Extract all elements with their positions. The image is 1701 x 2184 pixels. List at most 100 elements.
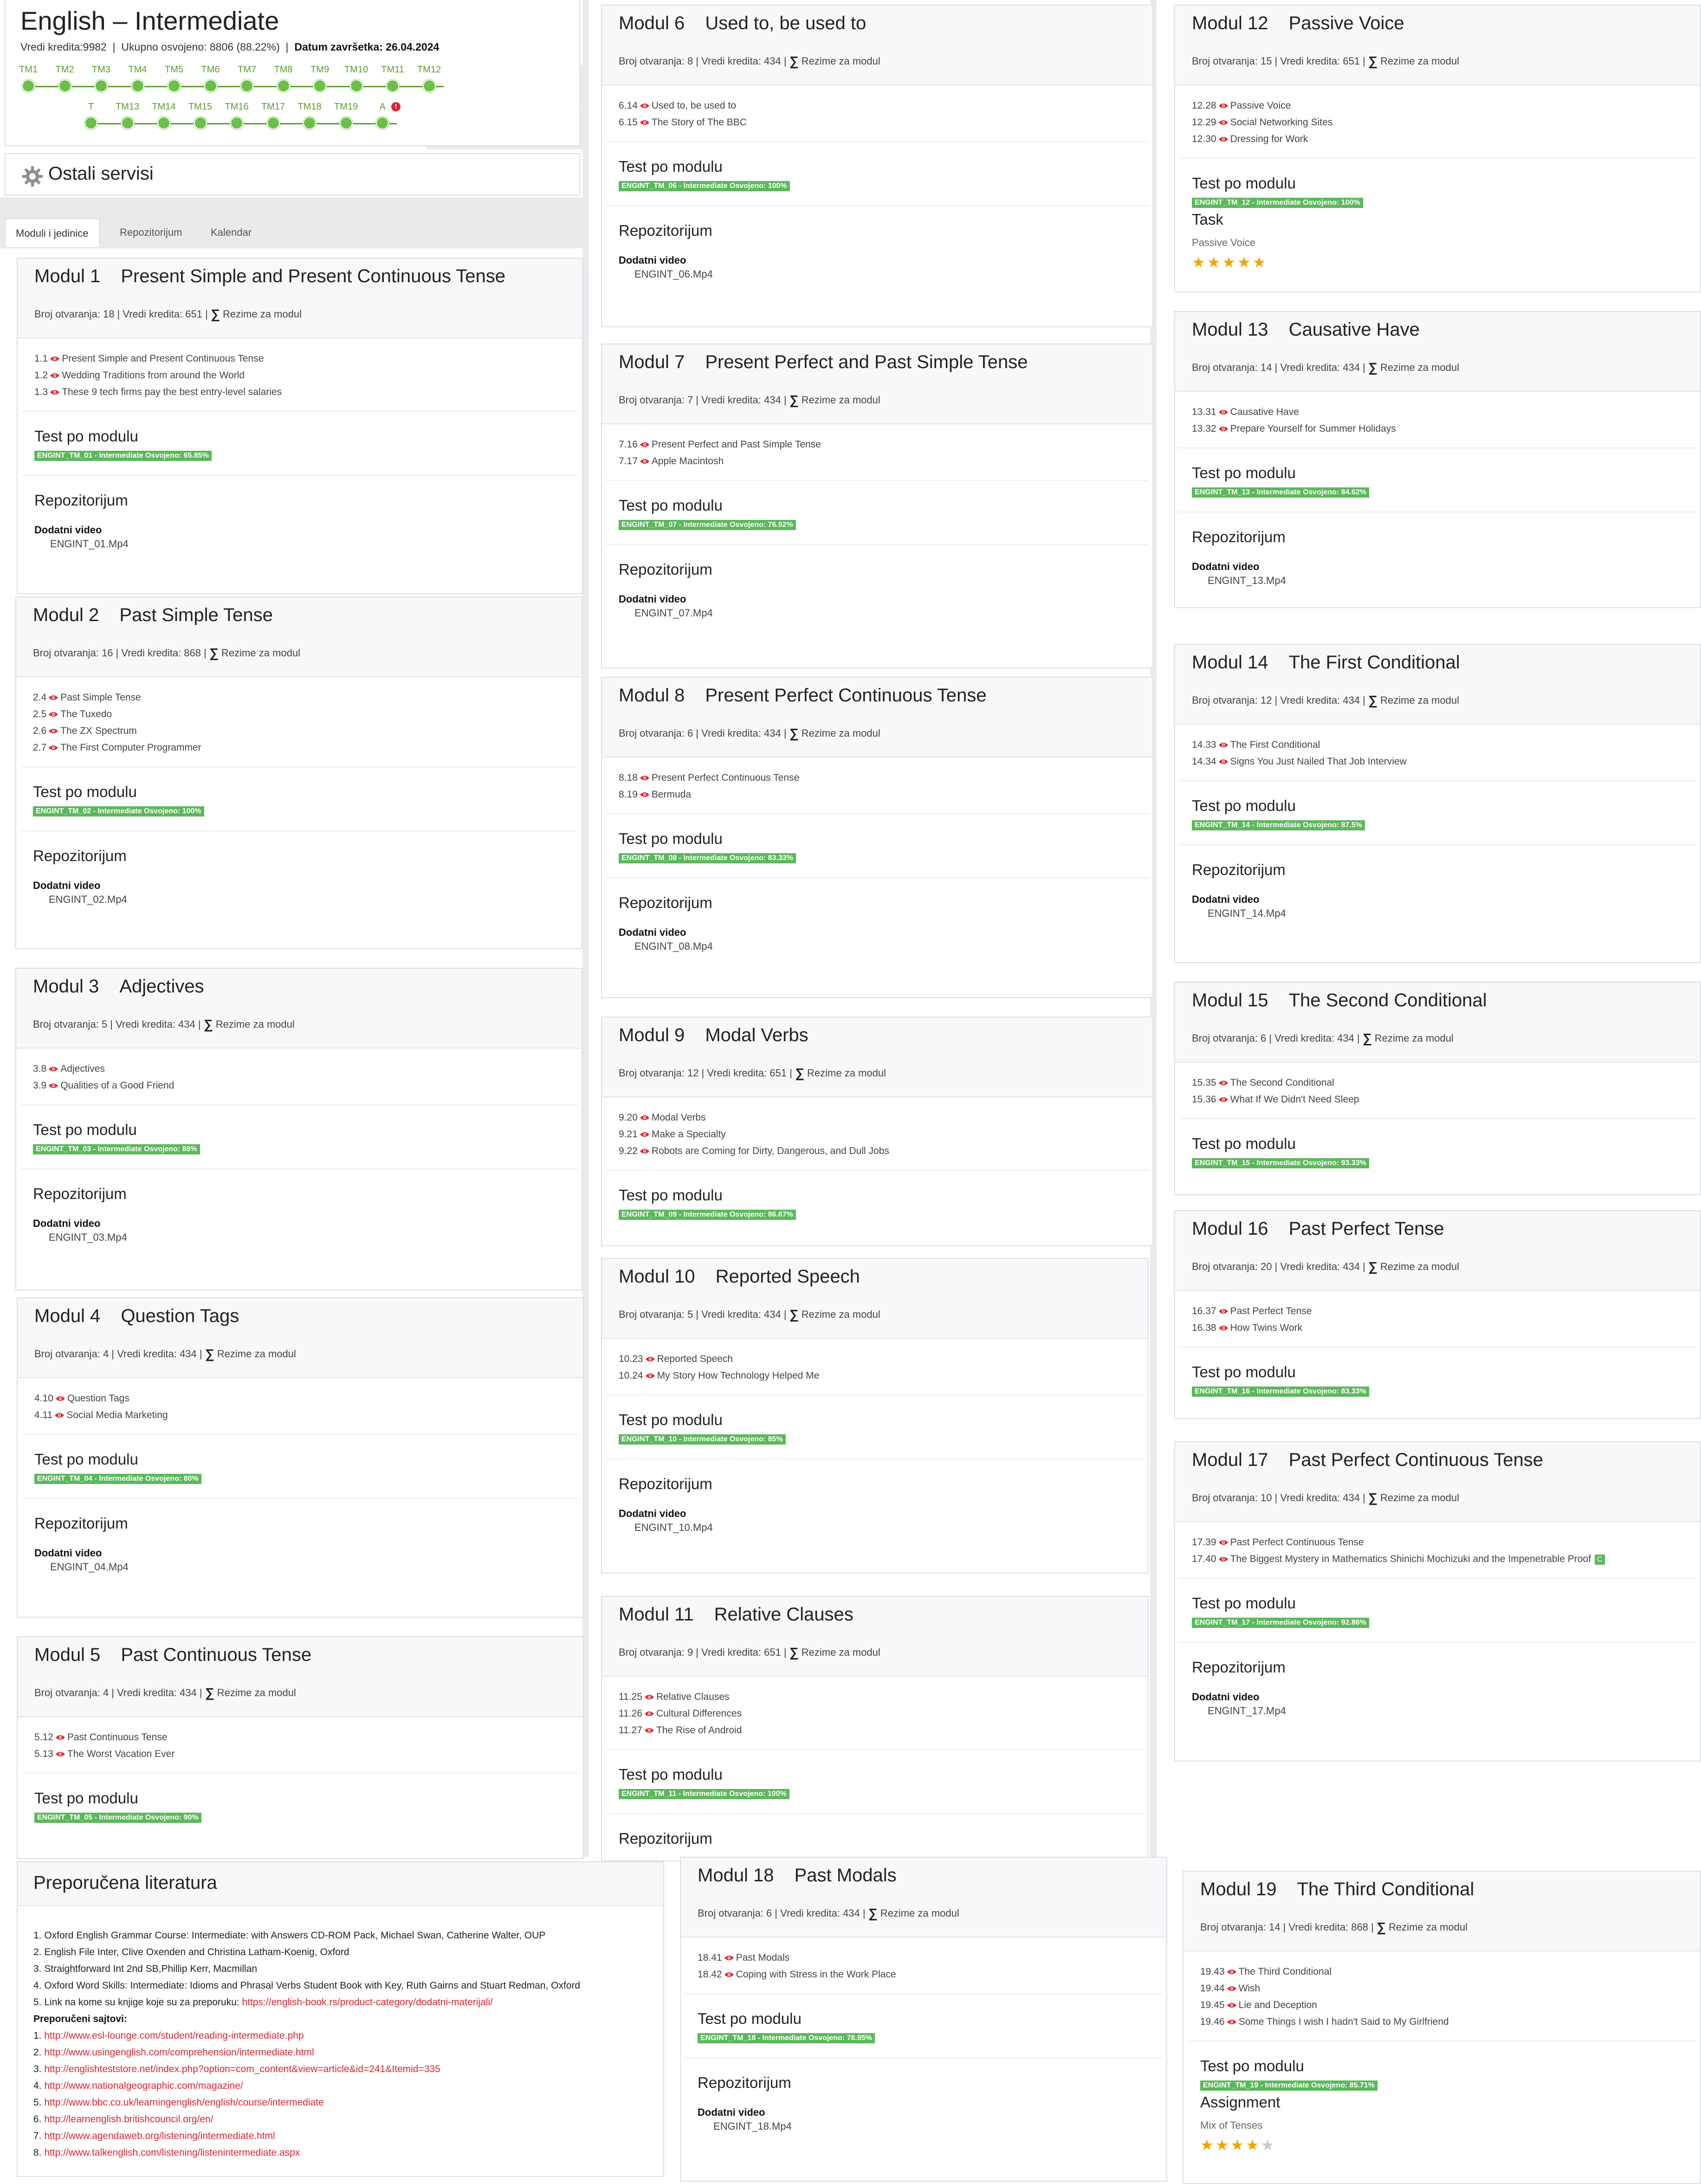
unit-title[interactable]: Dressing for Work bbox=[1230, 134, 1308, 144]
site-link[interactable]: http://www.usingenglish.com/comprehensio… bbox=[44, 2047, 314, 2058]
module-title[interactable]: Modul 2 Past Simple Tense bbox=[33, 605, 273, 626]
module-summary-link[interactable]: Rezime za modul bbox=[799, 727, 880, 739]
video-file-link[interactable]: ENGINT_13.Mp4 bbox=[1175, 575, 1700, 587]
video-file-link[interactable]: ENGINT_14.Mp4 bbox=[1175, 907, 1700, 920]
unit-item[interactable]: 13.32 Prepare Yourself for Summer Holiday… bbox=[1192, 421, 1683, 437]
unit-title[interactable]: Prepare Yourself for Summer Holidays bbox=[1230, 423, 1396, 434]
unit-item[interactable]: 18.41 Past Modals bbox=[698, 1950, 1150, 1966]
unit-title[interactable]: Lie and Deception bbox=[1239, 2000, 1317, 2010]
module-title[interactable]: Modul 11 Relative Clauses bbox=[619, 1604, 854, 1625]
progress-node[interactable]: TM7 bbox=[229, 63, 265, 92]
progress-node[interactable]: TM5 bbox=[156, 63, 192, 92]
site-link[interactable]: http://www.agendaweb.org/listening/inter… bbox=[44, 2131, 275, 2141]
module-title[interactable]: Modul 8 Present Perfect Continuous Tense bbox=[619, 685, 987, 706]
unit-title[interactable]: Apple Macintosh bbox=[652, 456, 724, 467]
unit-title[interactable]: Social Media Marketing bbox=[66, 1410, 168, 1420]
unit-item[interactable]: 15.36 What If We Didn't Need Sleep bbox=[1192, 1091, 1683, 1108]
test-result-badge[interactable]: ENGINT_TM_04 - Intermediate Osvojeno: 80… bbox=[34, 1474, 201, 1484]
unit-title[interactable]: Past Simple Tense bbox=[60, 692, 141, 703]
unit-item[interactable]: 2.4 Past Simple Tense bbox=[33, 689, 565, 706]
unit-item[interactable]: 1.1 Present Simple and Present Continuous… bbox=[34, 350, 565, 367]
module-summary-link[interactable]: Rezime za modul bbox=[1386, 1921, 1468, 1933]
progress-node[interactable]: TM19 bbox=[328, 100, 364, 130]
book-link[interactable]: https://english-book.rs/product-category… bbox=[242, 1997, 492, 2008]
module-summary-link[interactable]: Rezime za modul bbox=[1372, 1032, 1454, 1044]
module-title[interactable]: Modul 19 The Third Conditional bbox=[1200, 1879, 1474, 1900]
unit-title[interactable]: Robots are Coming for Dirty, Dangerous, … bbox=[652, 1146, 889, 1156]
unit-title[interactable]: Present Perfect and Past Simple Tense bbox=[652, 439, 821, 450]
test-result-badge[interactable]: ENGINT_TM_06 - Intermediate Osvojeno: 10… bbox=[619, 181, 790, 191]
unit-item[interactable]: 1.2 Wedding Traditions from around the Wo… bbox=[34, 367, 565, 384]
progress-node[interactable]: TM16 bbox=[219, 100, 255, 130]
unit-title[interactable]: My Story How Technology Helped Me bbox=[657, 1370, 820, 1381]
progress-node[interactable]: TM12 bbox=[411, 63, 447, 92]
unit-title[interactable]: The Tuxedo bbox=[60, 709, 112, 719]
unit-item[interactable]: 8.18 Present Perfect Continuous Tense bbox=[619, 770, 1136, 786]
other-services-panel[interactable]: Ostali servisi bbox=[5, 153, 580, 196]
unit-title[interactable]: Wish bbox=[1239, 1983, 1261, 1994]
unit-item[interactable]: 8.19 Bermuda bbox=[619, 786, 1136, 803]
module-title[interactable]: Modul 18 Past Modals bbox=[698, 1865, 897, 1886]
unit-item[interactable]: 4.10 Question Tags bbox=[34, 1390, 566, 1407]
unit-title[interactable]: The Story of The BBC bbox=[652, 117, 747, 128]
progress-node[interactable]: TM1 bbox=[10, 63, 46, 92]
video-file-link[interactable]: ENGINT_07.Mp4 bbox=[602, 607, 1152, 619]
video-file-link[interactable]: ENGINT_01.Mp4 bbox=[18, 538, 582, 550]
unit-item[interactable]: 12.30 Dressing for Work bbox=[1192, 131, 1683, 148]
video-file-link[interactable]: ENGINT_10.Mp4 bbox=[602, 1522, 1148, 1534]
test-result-badge[interactable]: ENGINT_TM_02 - Intermediate Osvojeno: 10… bbox=[33, 806, 204, 817]
progress-node[interactable]: TM6 bbox=[193, 63, 229, 92]
test-result-badge[interactable]: ENGINT_TM_17 - Intermediate Osvojeno: 92… bbox=[1192, 1618, 1369, 1628]
unit-item[interactable]: 19.43 The Third Conditional bbox=[1200, 1964, 1683, 1980]
module-summary-link[interactable]: Rezime za modul bbox=[799, 394, 880, 406]
test-result-badge[interactable]: ENGINT_TM_19 - Intermediate Osvojeno: 85… bbox=[1200, 2080, 1378, 2091]
unit-item[interactable]: 19.46 Some Things I wish I hadn't Said to… bbox=[1200, 2014, 1683, 2030]
module-summary-link[interactable]: Rezime za modul bbox=[1378, 55, 1459, 67]
site-link[interactable]: http://learnenglish.britishcouncil.org/e… bbox=[44, 2114, 213, 2125]
test-result-badge[interactable]: ENGINT_TM_10 - Intermediate Osvojeno: 85… bbox=[619, 1434, 786, 1445]
module-title[interactable]: Modul 9 Modal Verbs bbox=[619, 1025, 808, 1046]
video-file-link[interactable]: ENGINT_02.Mp4 bbox=[16, 894, 582, 906]
site-link[interactable]: http://englishteststore.net/index.php?op… bbox=[44, 2064, 440, 2074]
module-title[interactable]: Modul 3 Adjectives bbox=[33, 976, 204, 997]
module-summary-link[interactable]: Rezime za modul bbox=[214, 1687, 296, 1698]
tab-modules-units[interactable]: Moduli i jedinice bbox=[5, 218, 100, 247]
unit-item[interactable]: 9.20 Modal Verbs bbox=[619, 1109, 1136, 1126]
unit-item[interactable]: 19.45 Lie and Deception bbox=[1200, 1997, 1683, 2014]
video-file-link[interactable]: ENGINT_06.Mp4 bbox=[602, 268, 1152, 280]
module-summary-link[interactable]: Rezime za modul bbox=[213, 1018, 295, 1030]
unit-title[interactable]: Past Perfect Continuous Tense bbox=[1230, 1537, 1364, 1548]
unit-item[interactable]: 9.21 Make a Specialty bbox=[619, 1126, 1136, 1143]
unit-item[interactable]: 12.29 Social Networking Sites bbox=[1192, 114, 1683, 131]
unit-item[interactable]: 2.5 The Tuxedo bbox=[33, 706, 565, 723]
unit-title[interactable]: Social Networking Sites bbox=[1230, 117, 1333, 128]
unit-title[interactable]: Some Things I wish I hadn't Said to My G… bbox=[1239, 2016, 1449, 2027]
site-link[interactable]: http://www.talkenglish.com/listening/lis… bbox=[44, 2147, 300, 2158]
module-title[interactable]: Modul 17 Past Perfect Continuous Tense bbox=[1192, 1450, 1543, 1471]
test-result-badge[interactable]: ENGINT_TM_07 - Intermediate Osvojeno: 76… bbox=[619, 520, 796, 530]
progress-node[interactable]: TM14 bbox=[146, 100, 182, 130]
progress-node[interactable]: TM11 bbox=[375, 63, 411, 92]
module-title[interactable]: Modul 6 Used to, be used to bbox=[619, 13, 866, 34]
module-title[interactable]: Modul 13 Causative Have bbox=[1192, 319, 1420, 340]
module-summary-link[interactable]: Rezime za modul bbox=[220, 308, 302, 320]
unit-item[interactable]: 7.16 Present Perfect and Past Simple Tens… bbox=[619, 436, 1136, 453]
module-title[interactable]: Modul 1 Present Simple and Present Contin… bbox=[34, 266, 505, 287]
module-title[interactable]: Modul 16 Past Perfect Tense bbox=[1192, 1218, 1444, 1239]
unit-title[interactable]: The Third Conditional bbox=[1239, 1966, 1332, 1977]
video-file-link[interactable]: ENGINT_03.Mp4 bbox=[16, 1231, 582, 1244]
test-result-badge[interactable]: ENGINT_TM_11 - Intermediate Osvojeno: 10… bbox=[619, 1789, 789, 1799]
module-title[interactable]: Modul 12 Passive Voice bbox=[1192, 13, 1404, 34]
test-result-badge[interactable]: ENGINT_TM_01 - Intermediate Osvojeno: 65… bbox=[34, 451, 212, 461]
module-summary-link[interactable]: Rezime za modul bbox=[1378, 1261, 1459, 1272]
module-summary-link[interactable]: Rezime za modul bbox=[1378, 362, 1459, 373]
test-result-badge[interactable]: ENGINT_TM_09 - Intermediate Osvojeno: 86… bbox=[619, 1210, 796, 1220]
unit-item[interactable]: 7.17 Apple Macintosh bbox=[619, 453, 1136, 470]
test-result-badge[interactable]: ENGINT_TM_15 - Intermediate Osvojeno: 93… bbox=[1192, 1158, 1369, 1168]
unit-title[interactable]: Present Perfect Continuous Tense bbox=[652, 772, 799, 783]
unit-item[interactable]: 11.25 Relative Clauses bbox=[619, 1689, 1131, 1705]
progress-node[interactable]: TM3 bbox=[83, 63, 119, 92]
unit-title[interactable]: Make a Specialty bbox=[652, 1129, 726, 1140]
unit-item[interactable]: 6.14 Used to, be used to bbox=[619, 97, 1136, 114]
video-file-link[interactable]: ENGINT_17.Mp4 bbox=[1175, 1705, 1700, 1717]
